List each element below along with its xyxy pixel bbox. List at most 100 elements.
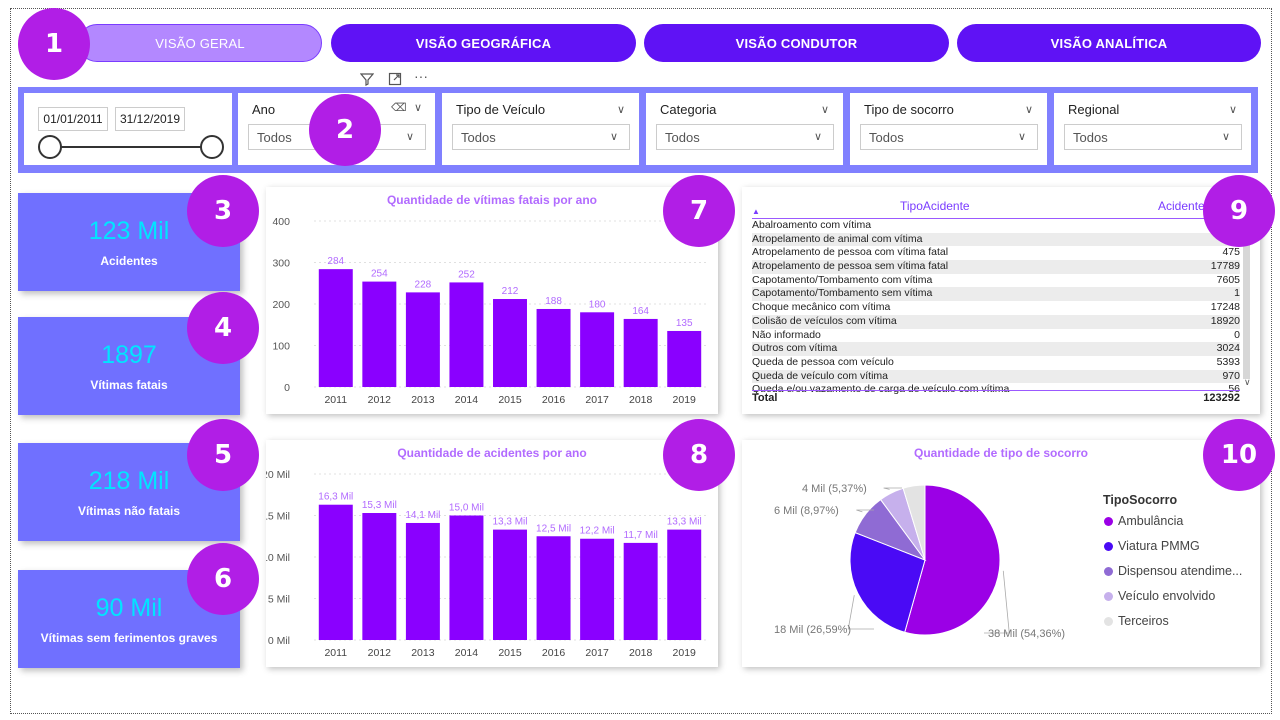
cell-tipo-acidente: Abalroamento com vítima — [752, 219, 872, 231]
chevron-down-icon[interactable]: ∨ — [414, 101, 422, 114]
legend-item[interactable]: Veículo envolvido — [1104, 589, 1215, 603]
chevron-down-icon[interactable]: ∨ — [1018, 130, 1026, 143]
y-tick-label: 0 Mil — [268, 635, 290, 647]
chevron-down-icon[interactable]: ∨ — [610, 130, 618, 143]
bar — [449, 515, 484, 640]
data-label: 164 — [632, 306, 649, 317]
cell-tipo-acidente: Capotamento/Tombamento sem vítima — [752, 287, 933, 300]
marker-3: 3 — [187, 175, 259, 247]
table-total-label: Total — [752, 392, 778, 404]
bar — [623, 318, 658, 387]
slicer-tipo-veiculo-select[interactable]: Todos — [452, 124, 630, 150]
y-tick-label: 200 — [272, 299, 290, 311]
table-row[interactable]: Capotamento/Tombamento com vítima 7605 — [752, 274, 1240, 288]
chevron-down-icon[interactable]: ∨ — [1229, 103, 1237, 116]
slicer-regional-select[interactable]: Todos — [1064, 124, 1242, 150]
legend-title: TipoSocorro — [1103, 493, 1178, 507]
legend-item[interactable]: Ambulância — [1104, 514, 1183, 528]
chevron-down-icon[interactable]: ∨ — [1222, 130, 1230, 143]
chart-tipo-socorro: 38 Mil (54,36%) 18 Mil (26,59%) 6 Mil (8,9… — [774, 483, 1065, 640]
legend-label: Ambulância — [1118, 514, 1184, 528]
date-end-input[interactable]: 31/12/2019 — [115, 107, 185, 131]
data-label: 188 — [545, 296, 562, 307]
tab-visao-geografica[interactable]: VISÃO GEOGRÁFICA — [331, 24, 636, 62]
kpi-label: Vítimas sem ferimentos graves — [40, 630, 218, 645]
legend-label: Veículo envolvido — [1118, 589, 1216, 603]
legend-dot — [1104, 616, 1113, 626]
table-row[interactable]: Atropelamento de pessoa com vítima fatal… — [752, 246, 1240, 260]
kpi-value: 1897 — [101, 340, 157, 369]
table-row[interactable]: Atropelamento de pessoa sem vítima fatal… — [752, 260, 1240, 274]
x-tick-label: 2013 — [411, 647, 435, 659]
date-range-slicer: 01/01/2011 31/12/2019 — [24, 93, 232, 165]
data-label: 13,3 Mil — [667, 517, 702, 528]
legend-item[interactable]: Terceiros — [1104, 614, 1169, 628]
y-tick-label: 100 — [272, 341, 290, 353]
x-tick-label: 2017 — [585, 394, 609, 406]
tab-visao-analitica[interactable]: VISÃO ANALÍTICA — [957, 24, 1261, 62]
table-row[interactable]: Outros com vítima 3024 — [752, 342, 1240, 356]
legend-item[interactable]: Dispensou atendime... — [1104, 564, 1242, 578]
date-slider-start-handle[interactable] — [38, 135, 62, 159]
table-row[interactable]: Colisão de veículos com vítima 18920 — [752, 314, 1240, 329]
legend-item[interactable]: Viatura PMMG — [1104, 539, 1200, 553]
table-row[interactable]: Capotamento/Tombamento sem vítima 1 — [752, 287, 1240, 302]
marker-4: 4 — [187, 292, 259, 364]
table-row[interactable]: Queda de veículo com vítima 970 — [752, 369, 1240, 384]
tab-visao-condutor[interactable]: VISÃO CONDUTOR — [644, 24, 949, 62]
x-tick-label: 2012 — [368, 394, 392, 406]
column-header-tipo-acidente[interactable]: TipoAcidente — [900, 199, 970, 213]
chevron-down-icon[interactable]: ∨ — [1025, 103, 1033, 116]
slicer-categoria-select[interactable]: Todos — [656, 124, 834, 150]
table-row[interactable]: Atropelamento de animal com vítima — [752, 232, 1240, 247]
tab-visao-geral[interactable]: VISÃO GERAL — [78, 24, 322, 62]
cell-tipo-acidente: Atropelamento de animal com vítima — [752, 232, 923, 245]
table-row[interactable]: Não informado 0 — [752, 329, 1240, 343]
chevron-down-icon[interactable]: ∨ — [617, 103, 625, 116]
chevron-down-icon[interactable]: ∨ — [814, 130, 822, 143]
slicer-tipo-socorro-select[interactable]: Todos — [860, 124, 1038, 150]
slicer-tipo-veiculo-label: Tipo de Veículo — [456, 102, 546, 117]
slice-label: 6 Mil (8,97%) — [774, 505, 839, 517]
scroll-down-icon[interactable]: ∨ — [1244, 377, 1251, 388]
cell-acidentes: 18920 — [1210, 314, 1240, 327]
x-tick-label: 2012 — [368, 647, 392, 659]
table-row[interactable]: Queda de pessoa com veículo 5393 — [752, 356, 1240, 370]
x-tick-label: 2018 — [629, 394, 653, 406]
slicer-tipo-socorro: Tipo de socorro ∨ Todos ∨ — [850, 93, 1047, 165]
cell-acidentes: 3024 — [1216, 342, 1240, 355]
date-start-input[interactable]: 01/01/2011 — [38, 107, 108, 131]
data-label: 252 — [458, 269, 475, 280]
date-slider-track[interactable] — [48, 146, 206, 148]
x-tick-label: 2013 — [411, 394, 435, 406]
y-tick-label: 0 — [284, 382, 290, 394]
marker-1: 1 — [18, 8, 90, 80]
chevron-down-icon[interactable]: ∨ — [406, 130, 414, 143]
bar — [318, 269, 353, 387]
filter-bar: 01/01/2011 31/12/2019 Ano ⌫ ∨ Todos ∨ Ti… — [18, 87, 1258, 173]
slicer-categoria: Categoria ∨ Todos ∨ — [646, 93, 843, 165]
bar — [580, 312, 615, 387]
cell-tipo-acidente: Atropelamento de pessoa sem vítima fatal — [752, 260, 949, 273]
date-slider-end-handle[interactable] — [200, 135, 224, 159]
bar — [536, 536, 571, 640]
data-label: 135 — [676, 318, 693, 329]
sort-up-icon[interactable]: ▲ — [752, 207, 760, 216]
slicer-tipo-socorro-value: Todos — [869, 129, 904, 145]
bar — [623, 542, 658, 640]
cell-tipo-acidente: Outros com vítima — [752, 342, 838, 355]
cell-acidentes: 5393 — [1216, 355, 1240, 368]
x-tick-label: 2011 — [324, 647, 347, 659]
legend-dot — [1104, 541, 1113, 551]
table-row[interactable]: Choque mecânico com vítima 17248 — [752, 301, 1240, 315]
more-options-icon[interactable]: ··· — [414, 68, 428, 84]
table-row[interactable]: Abalroamento com vítima — [752, 219, 1240, 233]
table-total-row: Total 123292 — [752, 390, 1240, 404]
eraser-icon[interactable]: ⌫ — [391, 101, 407, 114]
x-tick-label: 2016 — [542, 394, 566, 406]
slicer-regional-label: Regional — [1068, 102, 1120, 117]
chart-title: Quantidade de acidentes por ano — [397, 446, 587, 460]
chevron-down-icon[interactable]: ∨ — [821, 103, 829, 116]
x-tick-label: 2015 — [498, 394, 522, 406]
slicer-regional: Regional ∨ Todos ∨ — [1054, 93, 1251, 165]
